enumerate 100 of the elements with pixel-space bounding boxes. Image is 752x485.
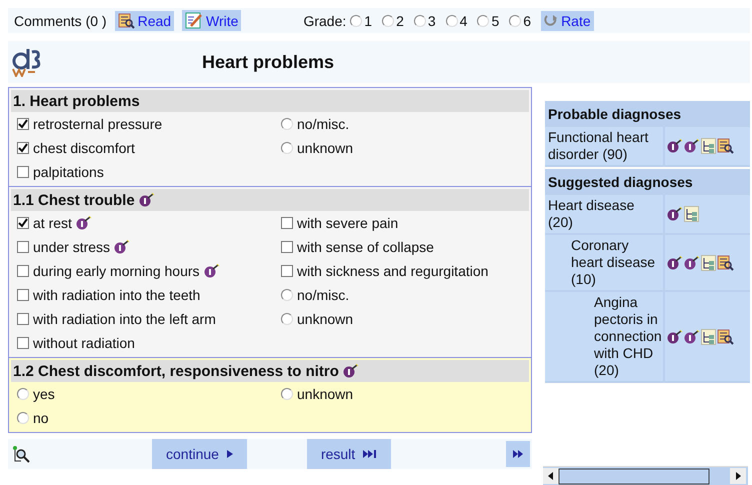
play-icon (226, 450, 233, 458)
checkbox[interactable] (17, 166, 29, 178)
diagnosis-label[interactable]: Angina pectoris in connection with CHD (20) (545, 292, 663, 381)
answer-option[interactable]: unknown (281, 307, 529, 331)
answer-option[interactable]: with severe pain (281, 211, 529, 235)
radio-button[interactable] (350, 14, 362, 26)
answer-option[interactable]: during early morning hours (17, 259, 281, 283)
answer-option[interactable]: retrosternal pressure (17, 112, 281, 136)
answer-option[interactable]: with sense of collapse (281, 235, 529, 259)
write-icon (185, 12, 204, 29)
grade-option[interactable]: 6 (509, 12, 532, 28)
answer-label: retrosternal pressure (33, 116, 162, 132)
grade-option[interactable]: 2 (382, 12, 404, 28)
checkbox[interactable] (17, 118, 29, 130)
diagnosis-label[interactable]: Functional heart disorder (90) (545, 127, 663, 165)
checkbox[interactable] (281, 241, 293, 253)
explain-icon[interactable] (342, 364, 359, 378)
explain-icon[interactable] (667, 139, 683, 153)
refresh-icon (544, 14, 558, 28)
tree-icon[interactable] (701, 138, 716, 154)
answer-option[interactable]: with radiation into the teeth (17, 283, 281, 307)
answer-option[interactable]: no (17, 406, 281, 430)
continue-button[interactable]: continue (152, 439, 247, 469)
read-comments-icon[interactable] (118, 12, 135, 28)
info-icon[interactable] (684, 330, 700, 344)
radio-button[interactable] (281, 118, 293, 130)
answer-label: unknown (297, 386, 354, 402)
answer-option[interactable]: without radiation (17, 331, 281, 355)
checkbox[interactable] (281, 265, 293, 277)
answer-option[interactable]: under stress (17, 235, 281, 259)
read-link[interactable]: Read (114, 10, 174, 30)
radio-button[interactable] (281, 313, 293, 325)
radio-button[interactable] (281, 388, 293, 400)
write-link[interactable]: Write (182, 10, 242, 31)
search-icon[interactable] (12, 445, 30, 463)
answer-label: with radiation into the teeth (33, 287, 200, 303)
tree-icon[interactable] (684, 206, 699, 222)
rate-link[interactable]: Rate (541, 10, 594, 30)
info-icon[interactable] (204, 264, 220, 278)
answer-option[interactable]: yes (17, 382, 281, 406)
grade-option[interactable]: 3 (414, 12, 436, 28)
grade-option[interactable]: 4 (446, 12, 468, 28)
read-icon[interactable] (717, 138, 734, 154)
radio-button[interactable] (446, 14, 458, 26)
answer-label: unknown (297, 311, 354, 327)
page-title: Heart problems (202, 52, 334, 72)
explain-icon[interactable] (138, 193, 155, 207)
answer-label: at rest (33, 215, 72, 231)
diagnosis-label[interactable]: Coronary heart disease (10) (545, 235, 663, 290)
section-title: 1.2 Chest discomfort, responsiveness to nitro (13, 362, 339, 380)
answer-label: no/misc. (297, 287, 350, 303)
radio-button[interactable] (17, 412, 29, 424)
checkbox[interactable] (17, 313, 29, 325)
answer-option[interactable]: palpitations (17, 160, 281, 184)
radio-button[interactable] (281, 142, 293, 154)
read-icon[interactable] (717, 254, 734, 270)
result-button[interactable]: result (306, 439, 392, 469)
answer-label: with sense of collapse (297, 239, 434, 255)
checkbox[interactable] (17, 289, 29, 301)
radio-button[interactable] (17, 388, 29, 400)
explain-icon[interactable] (667, 207, 683, 221)
checkbox[interactable] (17, 241, 29, 253)
answer-option[interactable]: unknown (281, 136, 529, 160)
answer-option[interactable]: with sickness and regurgitation (281, 259, 529, 283)
answer-label: palpitations (33, 164, 104, 180)
answer-option[interactable]: unknown (281, 382, 529, 406)
scrollbar[interactable] (543, 466, 748, 485)
answer-option[interactable]: with radiation into the left arm (17, 307, 281, 331)
grade-option[interactable]: 5 (477, 12, 500, 28)
radio-button[interactable] (509, 14, 522, 26)
info-icon[interactable] (684, 256, 700, 270)
explain-icon[interactable] (667, 256, 683, 270)
checkbox[interactable] (17, 217, 29, 229)
answer-option[interactable]: no/misc. (281, 112, 529, 136)
checkbox[interactable] (17, 337, 29, 349)
info-icon[interactable] (76, 216, 92, 230)
radio-button[interactable] (414, 14, 426, 26)
radio-button[interactable] (382, 14, 394, 26)
answer-label: with radiation into the left arm (33, 311, 216, 327)
answer-option[interactable]: at rest (17, 211, 281, 235)
tree-icon[interactable] (701, 254, 716, 270)
fast-forward-button[interactable] (506, 441, 530, 467)
comments-label: Comments (0 ) (14, 12, 107, 28)
tree-icon[interactable] (701, 328, 716, 344)
answer-option[interactable]: chest discomfort (17, 136, 281, 160)
diagnoses-title: Suggested diagnoses (547, 173, 694, 192)
info-icon[interactable] (684, 139, 700, 153)
answer-option[interactable]: no/misc. (281, 283, 529, 307)
radio-button[interactable] (281, 289, 293, 301)
answer-label: under stress (33, 239, 110, 255)
explain-icon[interactable] (667, 330, 683, 344)
grade-option[interactable]: 1 (350, 12, 372, 28)
checkbox[interactable] (281, 217, 293, 229)
checkbox[interactable] (17, 265, 29, 277)
info-icon[interactable] (114, 240, 130, 254)
checkbox[interactable] (17, 142, 29, 154)
diagnosis-label[interactable]: Heart disease (20) (545, 195, 663, 233)
diagnoses-title: Probable diagnoses (547, 105, 682, 124)
read-icon[interactable] (717, 328, 734, 344)
radio-button[interactable] (477, 14, 490, 26)
